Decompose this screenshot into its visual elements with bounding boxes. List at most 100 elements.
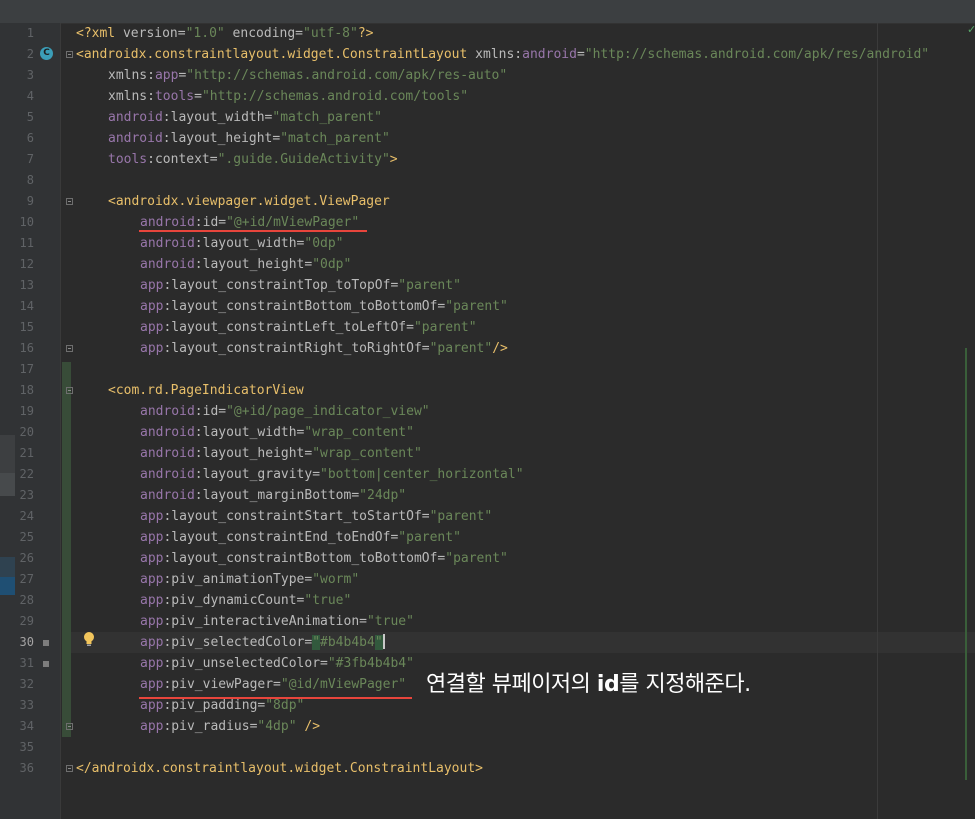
- line-number[interactable]: 36: [15, 758, 34, 779]
- line-number[interactable]: 18: [15, 380, 34, 401]
- line-number[interactable]: 15: [15, 317, 34, 338]
- line-number[interactable]: 11: [15, 233, 34, 254]
- breakpoint-marker-icon[interactable]: [43, 640, 49, 646]
- code-token: :layout_constraintBottom_toBottomOf=: [163, 299, 446, 314]
- line-number[interactable]: 26: [15, 548, 34, 569]
- breakpoint-marker-icon[interactable]: [43, 661, 49, 667]
- lightbulb-icon[interactable]: [82, 631, 96, 647]
- line-number[interactable]: 29: [15, 611, 34, 632]
- annotation-text: 를 지정해준다.: [619, 672, 751, 697]
- code-line[interactable]: <androidx.constraintlayout.widget.Constr…: [76, 44, 929, 65]
- code-token: android: [140, 425, 195, 440]
- code-line[interactable]: app:piv_unselectedColor="#3fb4b4b4": [140, 653, 414, 674]
- code-line[interactable]: app:piv_selectedColor="#b4b4b4": [140, 632, 385, 653]
- fold-toggle-icon[interactable]: [66, 765, 73, 772]
- code-line[interactable]: app:layout_constraintRight_toRightOf="pa…: [140, 338, 508, 359]
- code-token: "24dp": [359, 488, 407, 503]
- code-line[interactable]: android:id="@+id/page_indicator_view": [140, 401, 430, 422]
- fold-toggle-icon[interactable]: [66, 387, 73, 394]
- code-line[interactable]: android:layout_height="0dp": [140, 254, 351, 275]
- code-line[interactable]: xmlns:app="http://schemas.android.com/ap…: [108, 65, 507, 86]
- line-number[interactable]: 13: [15, 275, 34, 296]
- line-number[interactable]: 7: [15, 149, 34, 170]
- line-number[interactable]: 9: [15, 191, 34, 212]
- line-number[interactable]: 4: [15, 86, 34, 107]
- class-icon[interactable]: C: [40, 47, 53, 60]
- code-line[interactable]: android:layout_width="wrap_content": [140, 422, 414, 443]
- code-line[interactable]: app:piv_interactiveAnimation="true": [140, 611, 414, 632]
- code-line[interactable]: android:layout_marginBottom="24dp": [140, 485, 406, 506]
- code-line[interactable]: tools:context=".guide.GuideActivity">: [108, 149, 398, 170]
- vcs-change-marker[interactable]: [62, 362, 71, 737]
- code-line[interactable]: app:layout_constraintBottom_toBottomOf="…: [140, 548, 508, 569]
- line-number[interactable]: 10: [15, 212, 34, 233]
- line-number[interactable]: 6: [15, 128, 34, 149]
- code-line[interactable]: <androidx.viewpager.widget.ViewPager: [108, 191, 390, 212]
- code-line[interactable]: app:piv_viewPager="@id/mViewPager": [140, 674, 406, 695]
- line-number[interactable]: 14: [15, 296, 34, 317]
- line-number[interactable]: 23: [15, 485, 34, 506]
- fold-toggle-icon[interactable]: [66, 51, 73, 58]
- line-number[interactable]: 25: [15, 527, 34, 548]
- line-number[interactable]: 12: [15, 254, 34, 275]
- code-line[interactable]: xmlns:tools="http://schemas.android.com/…: [108, 86, 468, 107]
- code-token: :layout_constraintBottom_toBottomOf=: [163, 551, 446, 566]
- code-token: "wrap_content": [312, 446, 422, 461]
- code-token: app: [140, 341, 164, 356]
- code-line[interactable]: app:piv_dynamicCount="true": [140, 590, 351, 611]
- code-line[interactable]: app:layout_constraintStart_toStartOf="pa…: [140, 506, 492, 527]
- line-number[interactable]: 35: [15, 737, 34, 758]
- code-token: android: [140, 236, 195, 251]
- line-number[interactable]: 8: [15, 170, 34, 191]
- line-number[interactable]: 34: [15, 716, 34, 737]
- line-number[interactable]: 16: [15, 338, 34, 359]
- code-line[interactable]: </androidx.constraintlayout.widget.Const…: [76, 758, 483, 779]
- code-token: <androidx.viewpager.widget.ViewPager: [108, 194, 390, 209]
- line-number[interactable]: 27: [15, 569, 34, 590]
- annotation-underline: [139, 697, 412, 699]
- code-line[interactable]: app:layout_constraintBottom_toBottomOf="…: [140, 296, 508, 317]
- code-token: <androidx.constraintlayout.widget.Constr…: [76, 47, 476, 62]
- line-number[interactable]: 19: [15, 401, 34, 422]
- code-token: xmlns:: [108, 68, 155, 83]
- line-number[interactable]: 30: [15, 632, 34, 653]
- code-line[interactable]: <com.rd.PageIndicatorView: [108, 380, 304, 401]
- code-line[interactable]: app:layout_constraintEnd_toEndOf="parent…: [140, 527, 461, 548]
- check-icon[interactable]: ✓: [967, 23, 975, 36]
- line-number[interactable]: 21: [15, 443, 34, 464]
- code-token: >: [389, 152, 398, 167]
- code-token: app: [140, 719, 164, 734]
- line-number[interactable]: 3: [15, 65, 34, 86]
- code-line[interactable]: android:layout_height="match_parent": [108, 128, 390, 149]
- code-line[interactable]: app:piv_animationType="worm": [140, 569, 359, 590]
- scrollbar-thumb[interactable]: [965, 348, 967, 780]
- line-number[interactable]: 24: [15, 506, 34, 527]
- line-number[interactable]: 31: [15, 653, 34, 674]
- line-number[interactable]: 17: [15, 359, 34, 380]
- code-line[interactable]: android:layout_gravity="bottom|center_ho…: [140, 464, 524, 485]
- code-line[interactable]: android:layout_width="0dp": [140, 233, 344, 254]
- code-token: encoding=: [224, 26, 304, 41]
- line-number[interactable]: 28: [15, 590, 34, 611]
- code-token: "http://schemas.android.com/apk/res-auto…: [186, 68, 508, 83]
- code-line[interactable]: app:layout_constraintLeft_toLeftOf="pare…: [140, 317, 477, 338]
- fold-toggle-icon[interactable]: [66, 198, 73, 205]
- code-line[interactable]: <?xml version="1.0" encoding="utf-8"?>: [76, 23, 373, 44]
- code-line[interactable]: app:layout_constraintTop_toTopOf="parent…: [140, 275, 461, 296]
- line-number[interactable]: 32: [15, 674, 34, 695]
- code-line[interactable]: app:piv_radius="4dp" />: [140, 716, 320, 737]
- code-token: :layout_height=: [194, 446, 313, 461]
- fold-toggle-icon[interactable]: [66, 345, 73, 352]
- line-number[interactable]: 20: [15, 422, 34, 443]
- line-number[interactable]: 22: [15, 464, 34, 485]
- code-token: xmlns:: [108, 89, 155, 104]
- line-number[interactable]: 2: [15, 44, 34, 65]
- code-line[interactable]: android:layout_height="wrap_content": [140, 443, 422, 464]
- line-number[interactable]: 33: [15, 695, 34, 716]
- code-token: app: [140, 509, 164, 524]
- line-number[interactable]: 5: [15, 107, 34, 128]
- fold-toggle-icon[interactable]: [66, 723, 73, 730]
- line-number[interactable]: 1: [15, 23, 34, 44]
- code-token: :layout_gravity=: [194, 467, 321, 482]
- code-line[interactable]: android:layout_width="match_parent": [108, 107, 382, 128]
